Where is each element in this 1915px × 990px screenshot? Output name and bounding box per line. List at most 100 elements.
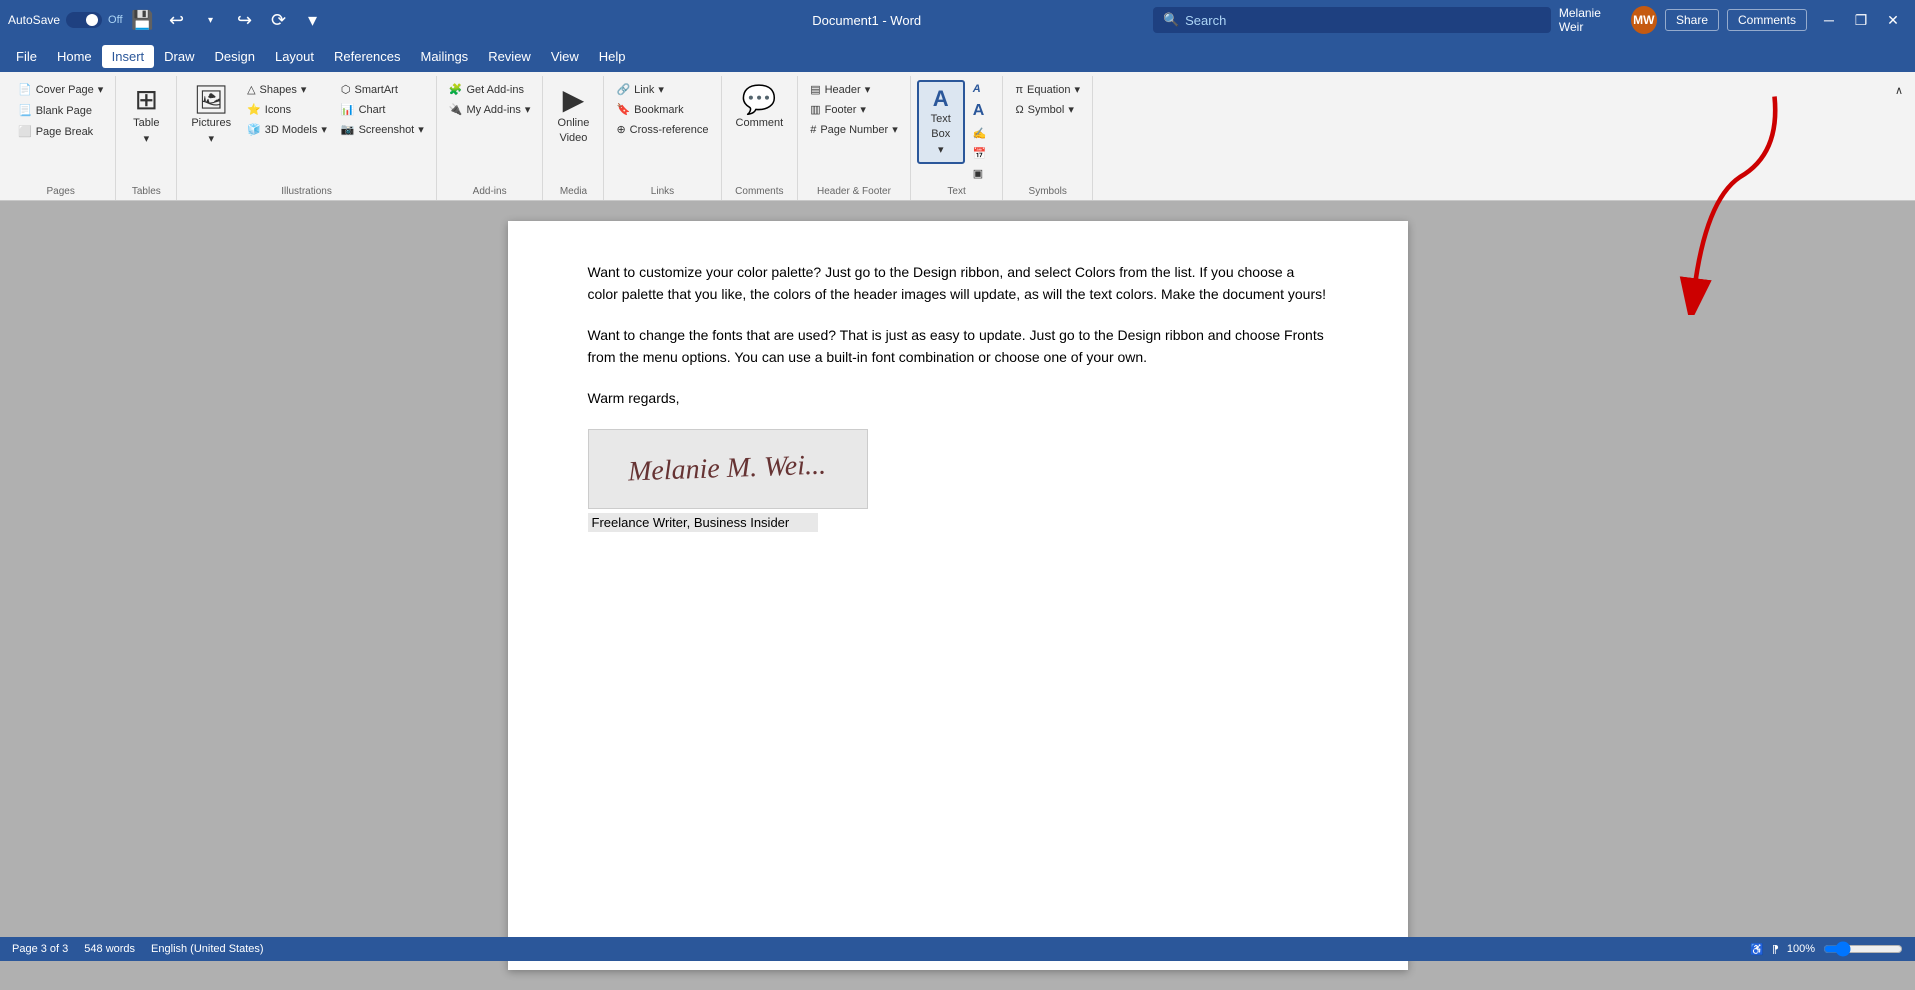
text-box-dropdown: ▾ xyxy=(938,143,944,156)
title-bar: AutoSave Off 💾 ↩ ▾ ↪ ⟳ ▾ Document1 - Wor… xyxy=(0,0,1915,40)
zoom-level: 100% xyxy=(1787,943,1815,955)
paragraph-2: Want to change the fonts that are used? … xyxy=(588,324,1328,369)
menu-design[interactable]: Design xyxy=(205,45,265,68)
shapes-button[interactable]: △ Shapes ▾ xyxy=(241,80,333,99)
transform-icon[interactable]: ⟳ xyxy=(265,10,293,31)
text-box-icon: A xyxy=(933,88,949,110)
headerfooter-items: ▤ Header ▾ ▥ Footer ▾ # Page Number ▾ xyxy=(804,76,904,183)
object-icon: ▣ xyxy=(973,167,983,180)
pictures-icon: 🖼 xyxy=(193,86,229,114)
pictures-button[interactable]: 🖼 Pictures ▾ xyxy=(183,80,239,151)
footer-icon: ▥ xyxy=(810,103,820,116)
bookmark-label: Bookmark xyxy=(634,104,684,116)
menu-home[interactable]: Home xyxy=(47,45,102,68)
search-bar[interactable]: 🔍 Search xyxy=(1153,7,1551,33)
ribbon-group-illustrations: 🖼 Pictures ▾ △ Shapes ▾ ⭐ Icons 🧊 xyxy=(177,76,436,200)
ribbon-group-symbols: π Equation ▾ Ω Symbol ▾ Symbols xyxy=(1003,76,1093,200)
table-button[interactable]: ⊞ Table ▾ xyxy=(122,80,170,151)
wordart-button[interactable]: A xyxy=(967,80,997,98)
symbol-label: Symbol xyxy=(1028,104,1065,116)
text-box-label: Text xyxy=(931,113,951,125)
object-button[interactable]: ▣ xyxy=(967,164,997,183)
date-icon: 📅 xyxy=(973,147,987,160)
undo-icon[interactable]: ↩ xyxy=(163,10,191,31)
shapes-label: Shapes xyxy=(260,84,297,96)
signature-block: Melanie M. Wei... Freelance Writer, Busi… xyxy=(588,429,1328,532)
3d-models-button[interactable]: 🧊 3D Models ▾ xyxy=(241,120,333,139)
close-button[interactable]: ✕ xyxy=(1879,6,1907,34)
minimize-button[interactable]: ─ xyxy=(1815,6,1843,34)
menu-mailings[interactable]: Mailings xyxy=(411,45,479,68)
smartart-button[interactable]: ⬡ SmartArt xyxy=(335,80,430,99)
icons-icon: ⭐ xyxy=(247,103,261,116)
comment-icon: 💬 xyxy=(742,86,777,114)
comment-button[interactable]: 💬 Comment xyxy=(728,80,792,135)
equation-button[interactable]: π Equation ▾ xyxy=(1009,80,1086,99)
my-addins-dropdown: ▾ xyxy=(525,103,531,116)
footer-button[interactable]: ▥ Footer ▾ xyxy=(804,100,904,119)
user-avatar[interactable]: MW xyxy=(1631,6,1657,34)
signature-title: Freelance Writer, Business Insider xyxy=(588,513,818,532)
online-video-icon: ▶ xyxy=(563,86,585,114)
signature-line-button[interactable]: ✍ xyxy=(967,124,997,143)
cross-reference-button[interactable]: ⊕ Cross-reference xyxy=(610,120,714,139)
menu-review[interactable]: Review xyxy=(478,45,541,68)
date-time-button[interactable]: 📅 xyxy=(967,144,997,163)
menu-references[interactable]: References xyxy=(324,45,410,68)
search-placeholder: Search xyxy=(1185,13,1226,28)
footer-label: Footer xyxy=(825,104,857,116)
get-addins-icon: 🧩 xyxy=(449,83,463,96)
my-addins-label: My Add-ins xyxy=(466,104,520,116)
dropcap-button[interactable]: A xyxy=(967,99,997,123)
menu-layout[interactable]: Layout xyxy=(265,45,324,68)
title-bar-center: Document1 - Word xyxy=(580,13,1152,28)
restore-button[interactable]: ❐ xyxy=(1847,6,1875,34)
share-button[interactable]: Share xyxy=(1665,9,1719,31)
comments-group-label: Comments xyxy=(728,183,792,200)
my-addins-button[interactable]: 🔌 My Add-ins ▾ xyxy=(443,100,537,119)
ribbon-group-tables: ⊞ Table ▾ Tables xyxy=(116,76,177,200)
links-items: 🔗 Link ▾ 🔖 Bookmark ⊕ Cross-reference xyxy=(610,76,714,183)
comments-button[interactable]: Comments xyxy=(1727,9,1807,31)
menu-view[interactable]: View xyxy=(541,45,589,68)
page-number-button[interactable]: # Page Number ▾ xyxy=(804,120,904,139)
link-label: Link xyxy=(634,84,654,96)
get-addins-button[interactable]: 🧩 Get Add-ins xyxy=(443,80,537,99)
text-box-button[interactable]: A Text Box ▾ xyxy=(917,80,965,164)
menu-help[interactable]: Help xyxy=(589,45,636,68)
paragraph-3: Warm regards, xyxy=(588,387,1328,409)
ribbon-group-text: A Text Box ▾ A A ✍ xyxy=(911,76,1004,200)
screenshot-button[interactable]: 📷 Screenshot ▾ xyxy=(335,120,430,139)
quick-access-dropdown[interactable]: ▾ xyxy=(299,10,327,31)
media-items: ▶ Online Video xyxy=(549,76,597,183)
menu-draw[interactable]: Draw xyxy=(154,45,204,68)
header-button[interactable]: ▤ Header ▾ xyxy=(804,80,904,99)
menu-file[interactable]: File xyxy=(6,45,47,68)
online-video-button[interactable]: ▶ Online Video xyxy=(549,80,597,150)
undo-dropdown-icon[interactable]: ▾ xyxy=(197,15,225,26)
menu-insert[interactable]: Insert xyxy=(102,45,155,68)
page-break-button[interactable]: ⬜ Page Break xyxy=(12,122,109,141)
3d-models-label: 3D Models xyxy=(265,124,318,136)
links-group-label: Links xyxy=(610,183,714,200)
shapes-icon: △ xyxy=(247,83,255,96)
user-info: Melanie Weir MW xyxy=(1559,6,1657,34)
chart-button[interactable]: 📊 Chart xyxy=(335,100,430,119)
my-addins-icon: 🔌 xyxy=(449,103,463,116)
save-icon[interactable]: 💾 xyxy=(129,10,157,31)
link-button[interactable]: 🔗 Link ▾ xyxy=(610,80,714,99)
zoom-slider[interactable] xyxy=(1823,941,1903,957)
cover-page-button[interactable]: 📄 Cover Page ▾ xyxy=(12,80,109,99)
accessibility-icon[interactable]: ♿ xyxy=(1750,943,1764,956)
symbol-button[interactable]: Ω Symbol ▾ xyxy=(1009,100,1086,119)
pages-items: 📄 Cover Page ▾ 📃 Blank Page ⬜ Page Break xyxy=(12,76,109,183)
footer-dropdown: ▾ xyxy=(860,103,866,116)
smartart-icon: ⬡ xyxy=(341,83,351,96)
redo-icon[interactable]: ↪ xyxy=(231,10,259,31)
autosave-toggle[interactable] xyxy=(66,12,102,28)
blank-page-button[interactable]: 📃 Blank Page xyxy=(12,101,109,120)
icons-button[interactable]: ⭐ Icons xyxy=(241,100,333,119)
ribbon-collapse-button[interactable]: ∧ xyxy=(1889,80,1909,101)
bookmark-button[interactable]: 🔖 Bookmark xyxy=(610,100,714,119)
cover-page-icon: 📄 xyxy=(18,83,32,96)
